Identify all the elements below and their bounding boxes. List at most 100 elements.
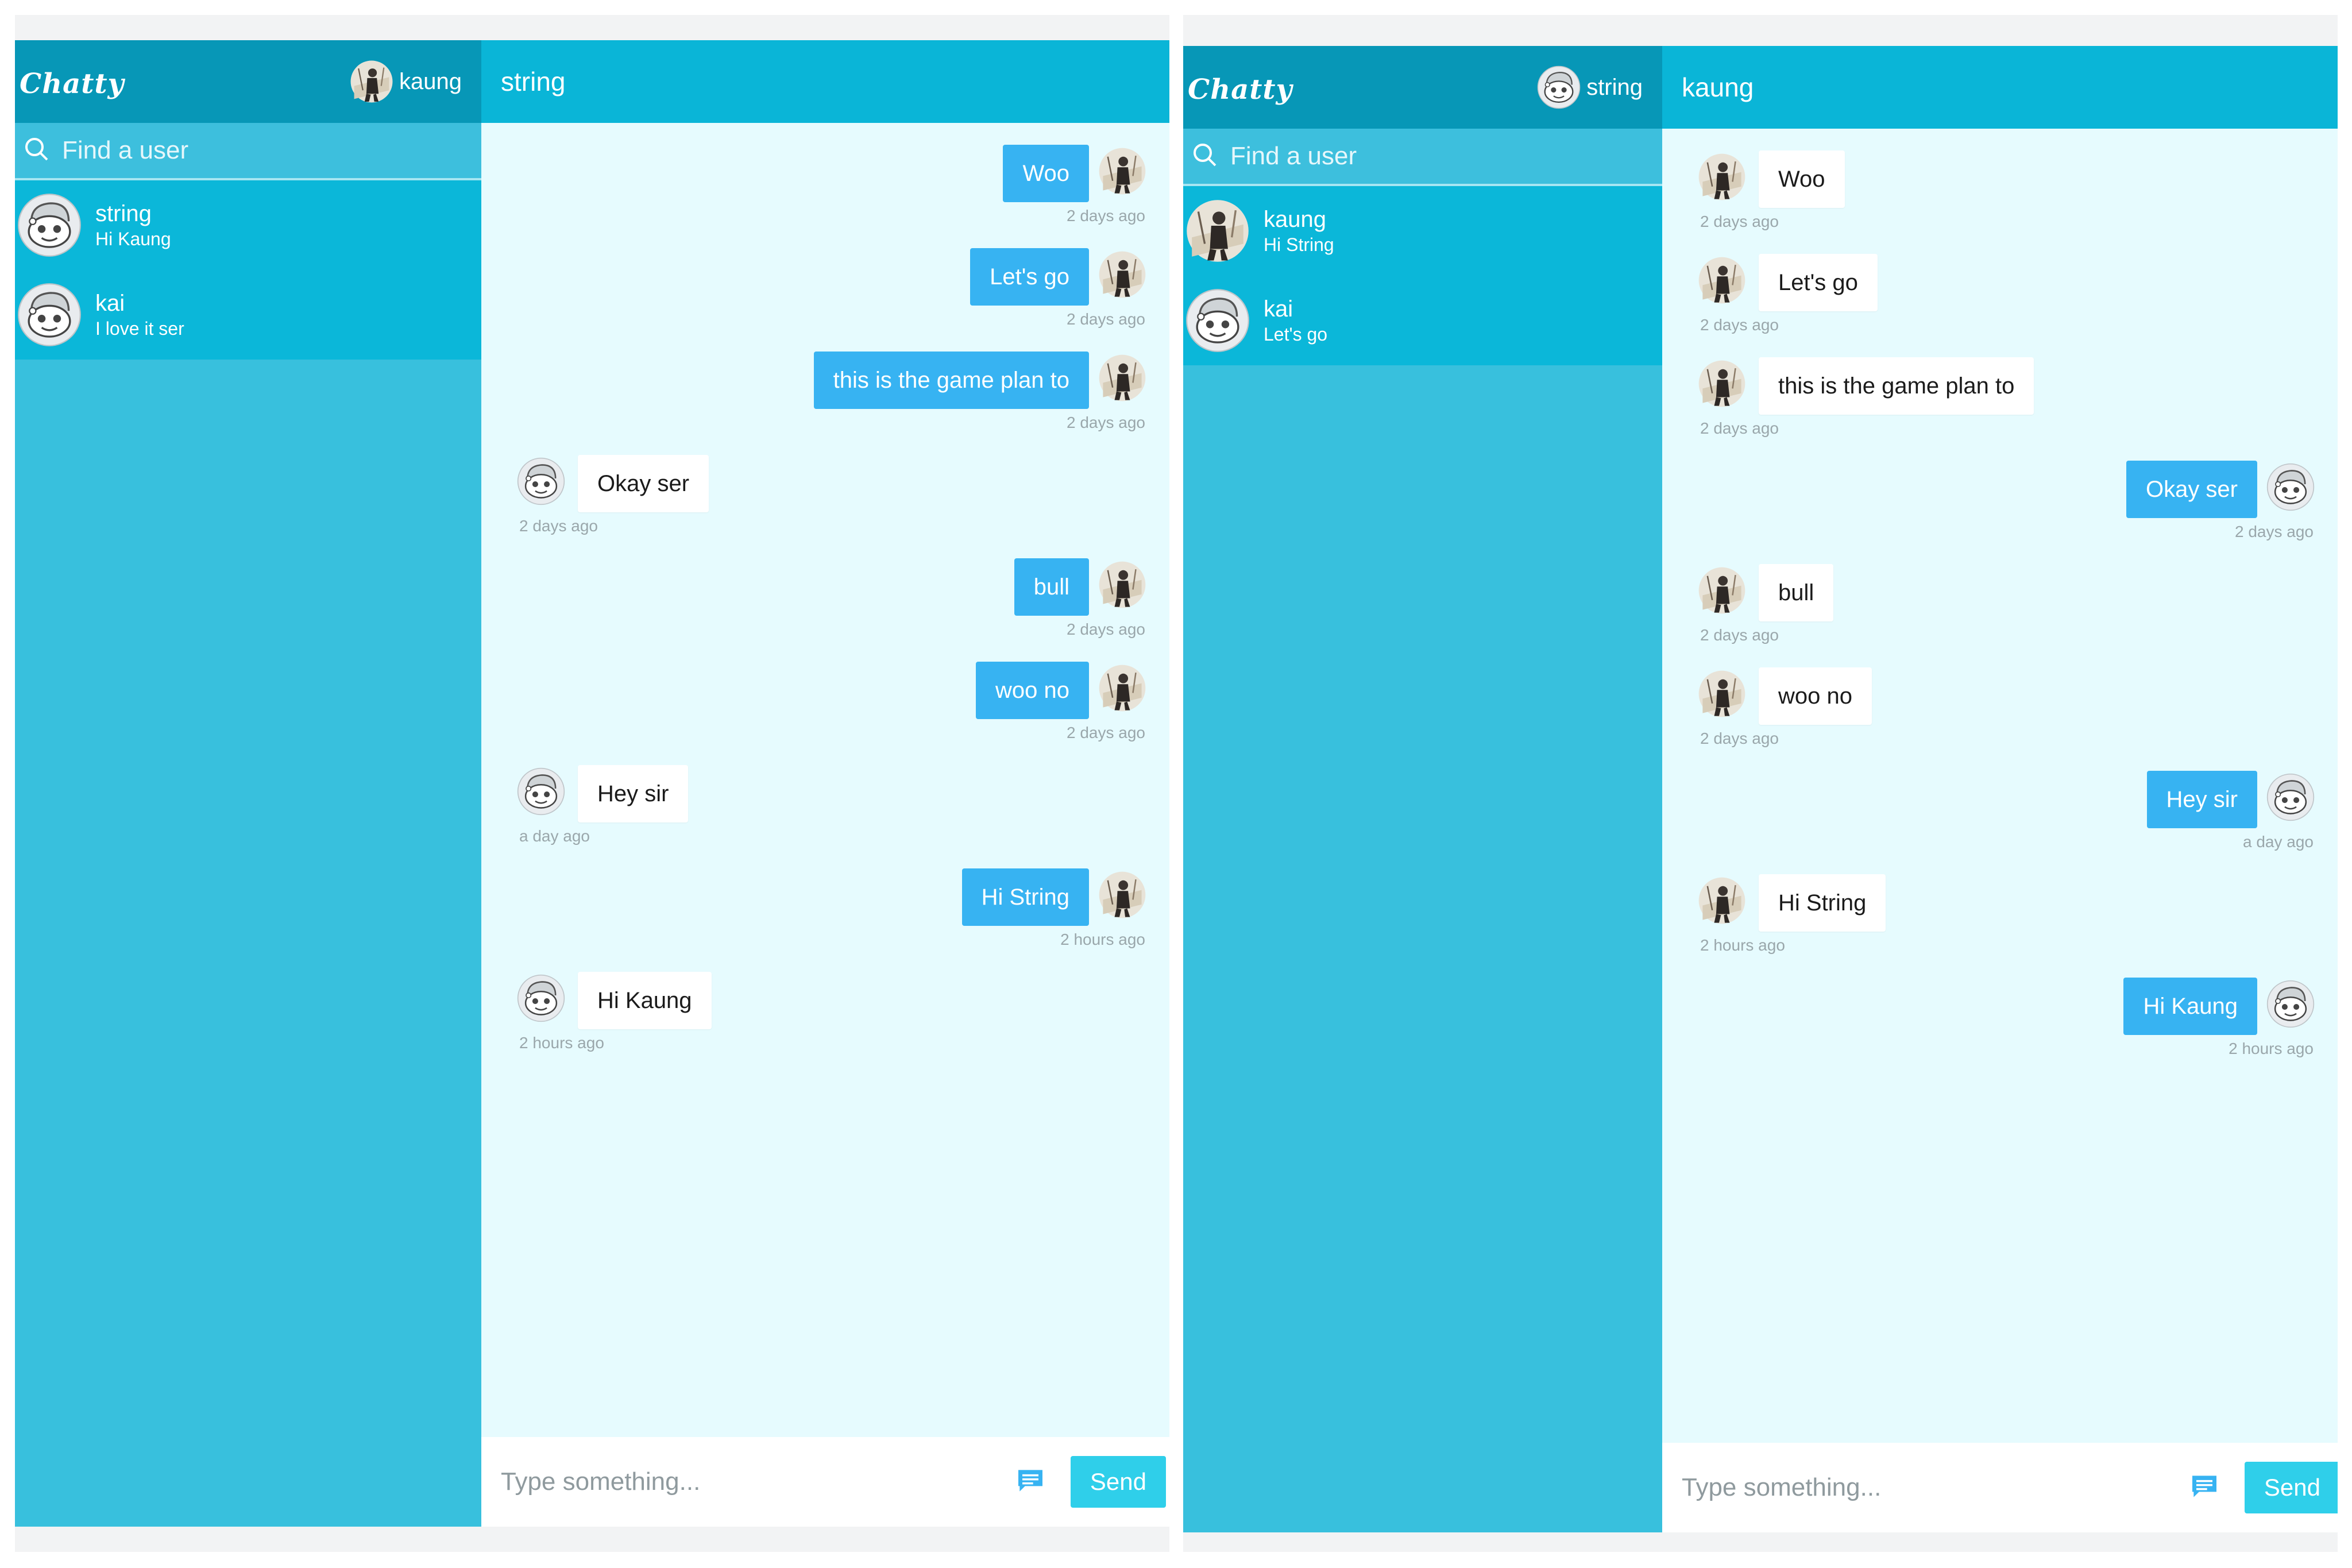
incoming-message-bubble: bull	[1759, 564, 1834, 621]
message-timestamp: 2 days ago	[1067, 207, 1145, 225]
message-row: woo no 2 days ago	[1662, 667, 2338, 758]
message-row: Woo 2 days ago	[1662, 150, 2338, 241]
message-row: woo no 2 days ago	[481, 662, 1169, 752]
photo-avatar-icon	[1098, 561, 1146, 609]
robot-avatar-icon	[517, 457, 565, 505]
send-button[interactable]: Send	[2244, 1462, 2338, 1513]
search-placeholder: Find a user	[62, 136, 189, 164]
outgoing-message-bubble: bull	[1014, 558, 1089, 616]
message-timestamp: 2 days ago	[1067, 414, 1145, 431]
outgoing-message-bubble: Okay ser	[2126, 461, 2257, 518]
chat-header: kaung	[1662, 46, 2338, 129]
robot-avatar-icon	[517, 974, 565, 1022]
chat-bubble-icon[interactable]	[1013, 1465, 1071, 1500]
incoming-message-bubble: Hi Kaung	[578, 972, 712, 1029]
message-row: Hi Kaung 2 hours ago	[1662, 978, 2338, 1068]
user-list: string Hi Kaung kai I love it ser	[15, 180, 481, 360]
send-button[interactable]: Send	[1070, 1456, 1166, 1508]
robot-avatar-icon	[2266, 463, 2315, 511]
outgoing-message-bubble: Woo	[1003, 145, 1089, 202]
current-user-name: kaung	[399, 68, 462, 94]
incoming-message-bubble: Hey sir	[578, 765, 689, 822]
search-icon	[1191, 141, 1219, 172]
user-list-item[interactable]: kaung Hi String	[1183, 186, 1662, 276]
current-user[interactable]: string	[1537, 65, 1643, 109]
message-timestamp: 2 hours ago	[1700, 936, 1785, 954]
last-message: Hi String	[1264, 234, 1334, 255]
message-row: bull 2 days ago	[1662, 564, 2338, 655]
user-search[interactable]: Find a user	[15, 123, 481, 180]
message-timestamp: 2 days ago	[1700, 213, 1779, 230]
message-timestamp: a day ago	[2243, 833, 2314, 851]
message-timestamp: 2 days ago	[1067, 310, 1145, 328]
photo-avatar-icon	[1098, 664, 1146, 712]
app-logo: Chatty	[1188, 74, 1293, 106]
user-list-item[interactable]: string Hi Kaung	[15, 180, 481, 270]
message-row: Hi Kaung 2 hours ago	[481, 972, 1169, 1063]
message-timestamp: 2 hours ago	[2229, 1040, 2314, 1057]
message-row: Let's go 2 days ago	[481, 248, 1169, 339]
outgoing-message-bubble: Hey sir	[2146, 771, 2257, 828]
message-input[interactable]: Type something...	[501, 1467, 1013, 1496]
incoming-message-bubble: Okay ser	[578, 455, 709, 512]
incoming-message-bubble: Let's go	[1759, 254, 1878, 311]
message-timestamp: 2 days ago	[1700, 316, 1779, 334]
chat-app: Chatty kaung Find a user string Hi Kaung	[15, 40, 1169, 1527]
robot-avatar-icon	[2266, 773, 2315, 821]
message-composer: Type something... Send	[1662, 1443, 2338, 1532]
incoming-message-bubble: Hi String	[1759, 874, 1886, 932]
photo-avatar-icon	[1098, 354, 1146, 402]
message-timestamp: 2 days ago	[1700, 626, 1779, 644]
chat-panel: string Woo 2 days ago Let's go 2 days ago th…	[481, 40, 1169, 1527]
message-row: Okay ser 2 days ago	[481, 455, 1169, 546]
photo-avatar-icon	[1698, 256, 1746, 304]
incoming-message-bubble: this is the game plan to	[1759, 357, 2034, 415]
window-top-strip	[15, 15, 1169, 40]
message-row: Hi String 2 hours ago	[481, 868, 1169, 959]
chat-window-right: Chatty string Find a user kaung Hi Strin…	[1183, 15, 2338, 1552]
message-row: Okay ser 2 days ago	[1662, 461, 2338, 551]
message-timestamp: 2 days ago	[2235, 523, 2314, 540]
sidebar-header: Chatty kaung	[15, 40, 481, 123]
chat-header: string	[481, 40, 1169, 123]
chat-panel: kaung Woo 2 days ago Let's go 2 days ago thi…	[1662, 46, 2338, 1532]
message-row: this is the game plan to 2 days ago	[481, 352, 1169, 442]
message-row: bull 2 days ago	[481, 558, 1169, 649]
current-user[interactable]: kaung	[350, 60, 462, 103]
user-list: kaung Hi String kai Let's go	[1183, 186, 1662, 365]
message-timestamp: 2 hours ago	[519, 1034, 604, 1052]
photo-avatar-icon	[1098, 871, 1146, 919]
message-timestamp: 2 days ago	[1700, 419, 1779, 437]
message-list: Woo 2 days ago Let's go 2 days ago this is t…	[1662, 129, 2338, 1443]
photo-avatar-icon	[1698, 360, 1746, 408]
search-icon	[23, 136, 51, 166]
photo-avatar-icon	[1698, 670, 1746, 718]
photo-avatar-icon	[1185, 199, 1250, 263]
chat-title: kaung	[1682, 72, 1754, 102]
user-list-item[interactable]: kai I love it ser	[15, 270, 481, 360]
photo-avatar-icon	[1098, 250, 1146, 299]
user-search[interactable]: Find a user	[1183, 129, 1662, 186]
window-top-strip	[1183, 15, 2338, 46]
user-name: kaung	[1264, 207, 1326, 232]
chat-bubble-icon[interactable]	[2187, 1470, 2245, 1505]
robot-avatar-icon	[17, 283, 82, 347]
window-bottom-strip	[15, 1527, 1169, 1552]
user-list-item[interactable]: kai Let's go	[1183, 276, 1662, 365]
message-input[interactable]: Type something...	[1682, 1473, 2187, 1502]
last-message: Let's go	[1264, 324, 1328, 345]
robot-avatar-icon	[1185, 288, 1250, 353]
message-row: Hey sir a day ago	[1662, 771, 2338, 862]
chat-title: string	[501, 67, 566, 96]
last-message: Hi Kaung	[95, 229, 171, 249]
user-name: kai	[95, 291, 125, 316]
outgoing-message-bubble: Hi String	[961, 868, 1089, 926]
message-list: Woo 2 days ago Let's go 2 days ago this is t…	[481, 123, 1169, 1437]
outgoing-message-bubble: this is the game plan to	[813, 352, 1089, 409]
message-row: this is the game plan to 2 days ago	[1662, 357, 2338, 448]
window-bottom-strip	[1183, 1532, 2338, 1552]
incoming-message-bubble: Woo	[1759, 150, 1845, 208]
outgoing-message-bubble: Let's go	[970, 248, 1089, 306]
photo-avatar-icon	[1698, 876, 1746, 925]
incoming-message-bubble: woo no	[1759, 667, 1872, 725]
